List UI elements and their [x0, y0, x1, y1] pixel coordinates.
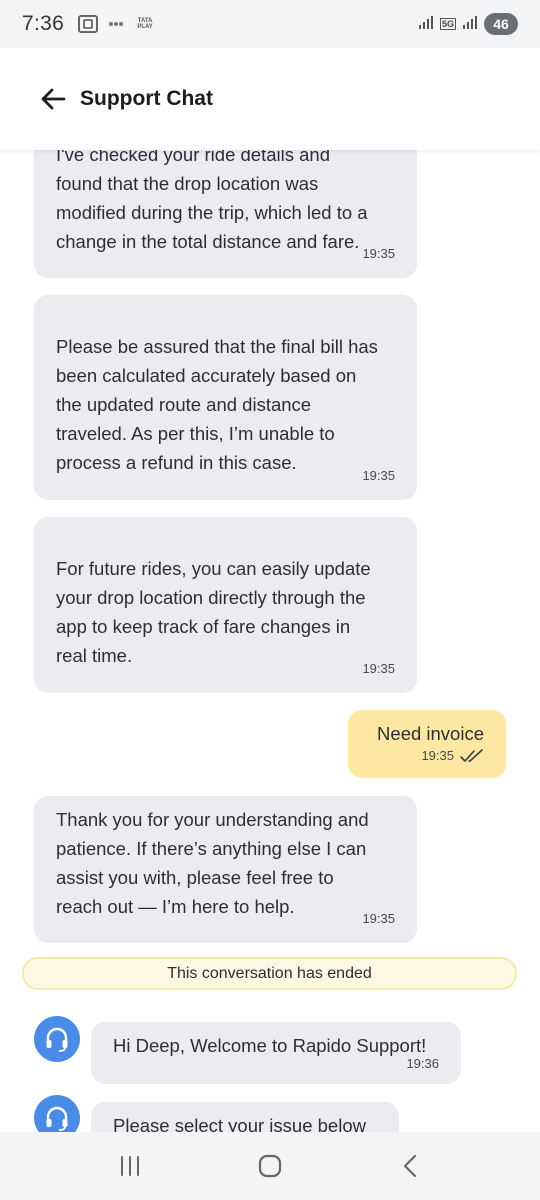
notification-icons: TATA PLAY: [78, 15, 156, 33]
message-line: modified during the trip, which led to a: [56, 202, 368, 223]
message-line: assist you with, please feel free to: [56, 867, 334, 888]
tata-play-icon: TATA PLAY: [137, 18, 153, 30]
network-type-badge: 5G: [439, 18, 456, 30]
signal-icon-2: [462, 14, 478, 35]
user-message: Need invoice 19:35: [348, 710, 506, 778]
chat-messages[interactable]: I've checked your ride details and found…: [0, 150, 540, 1132]
jio-icon: [108, 20, 124, 28]
agent-message: Thank you for your understanding and pat…: [34, 796, 417, 943]
back-button[interactable]: [40, 85, 68, 113]
message-line: real time.: [56, 645, 133, 666]
agent-message: Please be assured that the final bill ha…: [34, 295, 417, 500]
system-status: 5G 46: [418, 13, 518, 35]
message-time: 19:35: [362, 911, 395, 926]
message-line: reach out — I’m here to help.: [56, 896, 295, 917]
agent-message: I've checked your ride details and found…: [34, 150, 417, 278]
message-line: Please select your issue below: [113, 1115, 366, 1132]
home-icon: [258, 1154, 282, 1178]
back-nav-button[interactable]: [390, 1146, 430, 1186]
message-line: change in the total distance and fare.: [56, 231, 360, 252]
agent-message: For future rides, you can easily update …: [34, 517, 417, 693]
page-title: Support Chat: [80, 87, 213, 110]
message-line: Thank you for your understanding and: [56, 809, 369, 830]
message-line: Please be assured that the final bill ha…: [56, 336, 378, 357]
status-time: 7:36: [22, 12, 65, 35]
message-time: 19:35: [362, 246, 395, 261]
message-line: app to keep track of fare changes in: [56, 616, 351, 637]
message-line: your drop location directly through the: [56, 587, 366, 608]
battery-indicator: 46: [484, 13, 518, 35]
message-line: For future rides, you can easily update: [56, 558, 371, 579]
conversation-ended-banner: This conversation has ended: [22, 957, 517, 990]
headset-icon: [46, 1027, 68, 1052]
support-avatar: [34, 1095, 80, 1132]
recent-apps-icon: [121, 1156, 139, 1176]
message-time: 19:35: [362, 468, 395, 483]
status-bar: 7:36 TATA PLAY 5G 46: [0, 0, 540, 48]
screenshot-icon: [78, 15, 98, 33]
message-line: Hi Deep, Welcome to Rapido Support!: [113, 1035, 427, 1056]
message-time: 19:35: [421, 748, 454, 763]
chevron-left-icon: [403, 1154, 417, 1178]
message-line: patience. If there’s anything else I can: [56, 838, 367, 859]
app-header: Support Chat: [0, 48, 540, 150]
message-line: I've checked your ride details and: [56, 150, 330, 165]
home-button[interactable]: [250, 1146, 290, 1186]
signal-icon: [418, 14, 434, 35]
message-line: been calculated accurately based on: [56, 365, 357, 386]
message-line: process a refund in this case.: [56, 452, 297, 473]
support-avatar: [34, 1016, 80, 1062]
message-time: 19:35: [362, 661, 395, 676]
headset-icon: [46, 1106, 68, 1131]
recent-apps-button[interactable]: [110, 1146, 150, 1186]
bot-message: Please select your issue below: [91, 1102, 399, 1132]
read-ticks-icon: [460, 748, 483, 762]
message-line: traveled. As per this, I’m unable to: [56, 423, 335, 444]
message-meta: 19:35: [421, 741, 484, 770]
bot-message: Hi Deep, Welcome to Rapido Support! 19:3…: [91, 1022, 461, 1084]
message-line: the updated route and distance: [56, 394, 312, 415]
system-nav-bar: [0, 1132, 540, 1200]
message-line: found that the drop location was: [56, 173, 319, 194]
message-time: 19:36: [406, 1056, 439, 1071]
arrow-left-icon: [41, 88, 66, 110]
